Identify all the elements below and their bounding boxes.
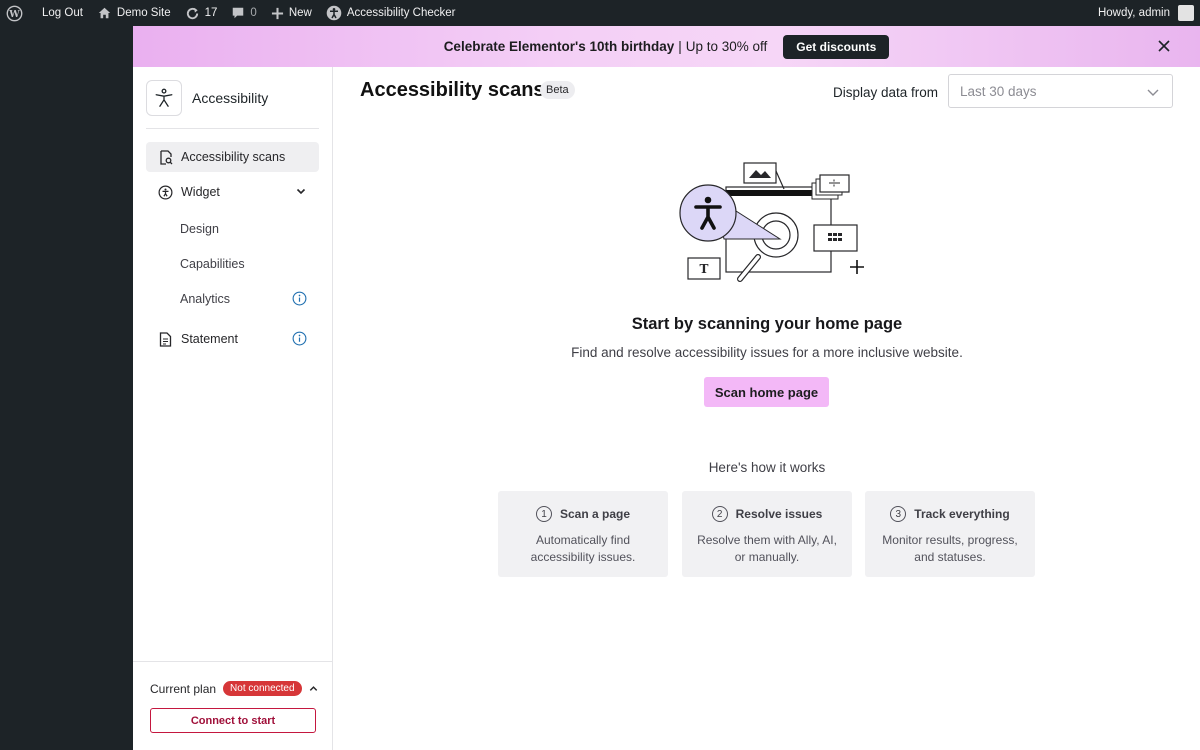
promo-separator: | [678, 39, 682, 54]
accessibility-icon [326, 5, 342, 21]
nav-label: Design [180, 222, 219, 236]
step-description: Resolve them with Ally, AI, or manually. [697, 533, 837, 564]
home-icon [98, 7, 111, 19]
new-label: New [288, 7, 312, 19]
step-number: 1 [535, 506, 552, 522]
step-title: Track everything [914, 507, 1010, 521]
info-icon[interactable] [292, 291, 307, 306]
comments-link[interactable]: 0 [224, 0, 263, 26]
step-description: Automatically find accessibility issues. [530, 533, 636, 564]
nav-label: Statement [181, 332, 238, 346]
nav-statement[interactable]: Statement [146, 324, 319, 354]
admin-menu [0, 26, 133, 750]
nav-accessibility-scans[interactable]: Accessibility scans [146, 142, 319, 172]
scan-doc-icon [158, 149, 173, 165]
step-number: 3 [890, 506, 907, 522]
avatar [1178, 5, 1194, 21]
status-badge: Not connected [223, 681, 302, 696]
nav-label: Widget [181, 185, 220, 199]
nav-label: Analytics [180, 292, 231, 306]
empty-state-title: Start by scanning your home page [631, 315, 903, 333]
close-icon[interactable] [1156, 38, 1172, 54]
promo-banner: Celebrate Elementor's 10th birthday | Up… [133, 26, 1200, 67]
svg-text:W: W [8, 8, 20, 19]
divider [133, 661, 332, 662]
howdy-label: Howdy, admin [1097, 7, 1170, 19]
scan-home-page-button[interactable]: Scan home page [704, 377, 829, 407]
step-header: 3 Track everything [865, 506, 1035, 522]
empty-state-description: Find and resolve accessibility issues fo… [571, 345, 963, 360]
accessibility-checker-link[interactable]: Accessibility Checker [319, 0, 463, 26]
step-title: Resolve issues [735, 507, 823, 521]
step-card: 3 Track everything Monitor results, prog… [865, 491, 1035, 577]
promo-offer: Up to 30% off [685, 39, 768, 54]
nav-widget[interactable]: Widget [146, 177, 319, 207]
new-link[interactable]: New [264, 0, 319, 26]
page-title: Accessibility scans [360, 79, 545, 101]
plus-icon [271, 7, 283, 19]
nav-design[interactable]: Design [146, 214, 319, 244]
step-description: Monitor results, progress, and statuses. [882, 533, 1018, 564]
plugin-label: Accessibility Checker [346, 7, 456, 19]
svg-text:T: T [700, 262, 709, 276]
date-range-select[interactable]: Last 30 days [948, 74, 1173, 108]
step-card: 2 Resolve issues Resolve them with Ally,… [682, 491, 852, 577]
step-header: 2 Resolve issues [682, 506, 852, 522]
display-data-label: Display data from [833, 85, 939, 100]
promo-headline: Celebrate Elementor's 10th birthday [443, 39, 675, 54]
comment-icon [233, 7, 244, 19]
chevron-down-icon[interactable] [295, 185, 307, 197]
comments-count: 0 [250, 7, 257, 19]
step-header: 1 Scan a page [498, 506, 668, 522]
account-menu[interactable]: Howdy, admin [1091, 0, 1200, 26]
nav-label: Capabilities [180, 257, 245, 271]
site-label: Demo Site [116, 7, 171, 19]
step-card: 1 Scan a page Automatically find accessi… [498, 491, 668, 577]
brand: Accessibility [146, 80, 268, 116]
nav-capabilities[interactable]: Capabilities [146, 249, 319, 279]
divider [146, 128, 319, 129]
step-number: 2 [711, 506, 728, 522]
current-plan: Current plan Not connected [150, 681, 319, 696]
scan-illustration: T [679, 162, 864, 282]
updates-icon [186, 7, 198, 19]
plan-label: Current plan [150, 681, 217, 696]
document-icon [158, 331, 173, 347]
get-discounts-button[interactable]: Get discounts [783, 34, 890, 59]
brand-name: Accessibility [192, 90, 269, 106]
step-title: Scan a page [559, 507, 631, 521]
widget-icon [158, 185, 173, 200]
logout-link[interactable]: Log Out [35, 0, 90, 26]
plugin-sidebar: Accessibility Accessibility scans Widget… [133, 67, 333, 750]
admin-bar: W Log Out Demo Site 17 0 New Accessibili… [0, 0, 1200, 26]
nav-analytics[interactable]: Analytics [146, 284, 319, 314]
info-icon[interactable] [292, 331, 307, 346]
beta-badge: Beta [540, 81, 575, 99]
logout-label: Log Out [42, 7, 83, 19]
updates-count: 17 [204, 7, 218, 19]
date-range-value: Last 30 days [960, 83, 1037, 99]
chevron-down-icon [1147, 89, 1159, 96]
updates-link[interactable]: 17 [178, 0, 225, 26]
accessibility-logo-icon [146, 80, 182, 116]
nav-label: Accessibility scans [181, 150, 286, 164]
how-it-works-title: Here's how it works [708, 460, 826, 475]
site-link[interactable]: Demo Site [90, 0, 178, 26]
chevron-up-icon[interactable] [308, 683, 319, 694]
connect-button[interactable]: Connect to start [150, 708, 316, 733]
main-content: Accessibility scans Beta Display data fr… [334, 67, 1200, 750]
wordpress-logo-icon[interactable]: W [0, 0, 35, 26]
